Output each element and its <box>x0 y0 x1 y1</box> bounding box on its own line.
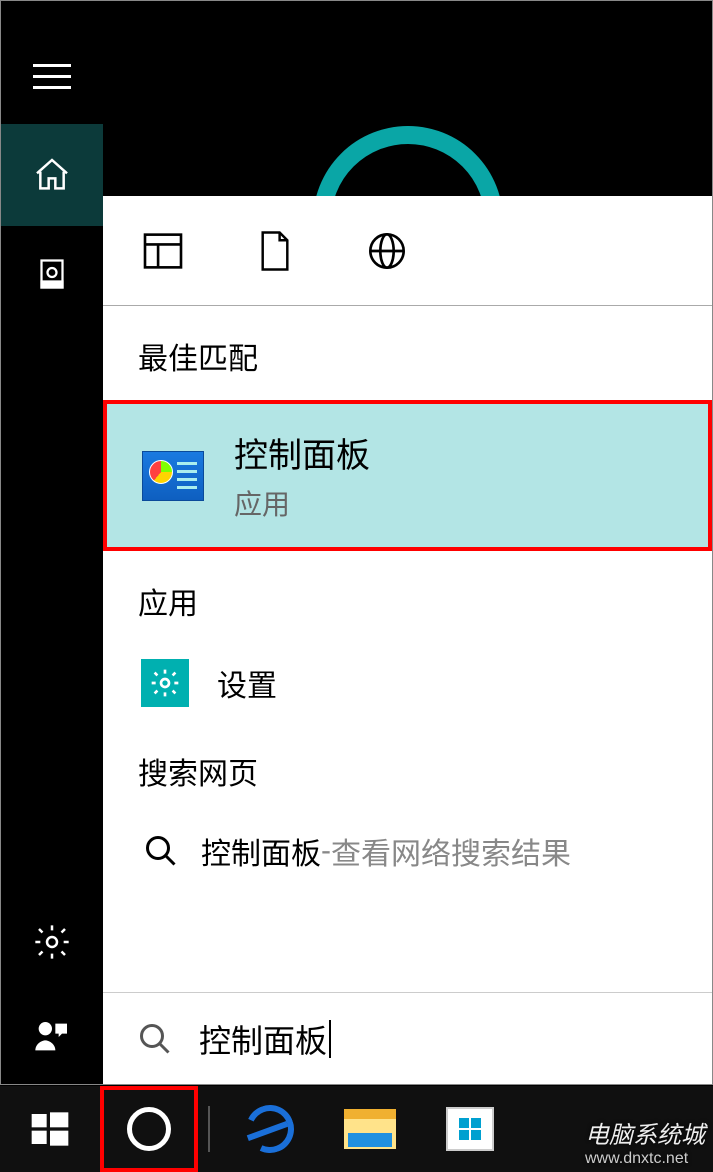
web-search-hint: 查看网络搜索结果 <box>331 829 571 873</box>
search-icon <box>137 1021 173 1057</box>
app-item-settings[interactable]: 设置 <box>103 645 712 721</box>
notebook-button[interactable] <box>1 226 103 321</box>
web-search-item[interactable]: 控制面板 - 查看网络搜索结果 <box>103 815 712 887</box>
edge-icon <box>239 1098 301 1160</box>
store-taskbar-button[interactable] <box>420 1086 520 1172</box>
watermark-url: www.dnxtc.net <box>585 1150 705 1168</box>
watermark-brand: 电脑系统城 <box>585 1122 705 1149</box>
document-icon <box>259 231 291 271</box>
window-icon <box>143 233 183 269</box>
feedback-icon <box>32 1017 72 1057</box>
app-item-label: 设置 <box>217 661 277 705</box>
store-icon <box>446 1107 494 1151</box>
home-button[interactable] <box>1 124 103 226</box>
windows-icon <box>30 1109 70 1149</box>
notebook-icon <box>34 256 70 292</box>
best-match-heading: 最佳匹配 <box>103 306 712 400</box>
cortana-header <box>103 1 712 196</box>
cortana-ring-icon <box>313 126 503 196</box>
text-cursor <box>329 1020 331 1058</box>
globe-icon <box>367 231 407 271</box>
apps-heading: 应用 <box>103 551 712 645</box>
search-panel: 最佳匹配 控制面板 应用 应用 设置 搜索网页 <box>103 1 712 1084</box>
hamburger-icon <box>33 64 71 89</box>
best-match-title: 控制面板 <box>234 428 370 477</box>
filter-row <box>103 196 712 306</box>
web-search-separator: - <box>321 834 331 868</box>
search-icon <box>143 833 179 869</box>
settings-button[interactable] <box>1 894 103 989</box>
home-icon <box>32 155 72 195</box>
cortana-taskbar-button[interactable] <box>100 1086 198 1172</box>
taskbar-separator <box>208 1106 210 1152</box>
best-match-subtitle: 应用 <box>234 483 370 523</box>
file-explorer-icon <box>344 1109 396 1149</box>
cortana-sidebar <box>1 1 103 1084</box>
apps-filter[interactable] <box>143 231 183 271</box>
edge-taskbar-button[interactable] <box>220 1086 320 1172</box>
search-value: 控制面板 <box>199 1016 327 1062</box>
web-search-term: 控制面板 <box>201 829 321 873</box>
web-filter[interactable] <box>367 231 407 271</box>
feedback-button[interactable] <box>1 989 103 1084</box>
control-panel-icon <box>142 451 204 501</box>
web-heading: 搜索网页 <box>103 721 712 815</box>
explorer-taskbar-button[interactable] <box>320 1086 420 1172</box>
watermark: 电脑系统城 www.dnxtc.net <box>585 1115 705 1168</box>
cortana-circle-icon <box>127 1107 171 1151</box>
best-match-item[interactable]: 控制面板 应用 <box>103 400 712 551</box>
search-input[interactable]: 控制面板 <box>103 992 712 1084</box>
documents-filter[interactable] <box>255 231 295 271</box>
settings-app-icon <box>141 659 189 707</box>
gear-icon <box>32 922 72 962</box>
start-button[interactable] <box>0 1086 100 1172</box>
results-area: 最佳匹配 控制面板 应用 应用 设置 搜索网页 <box>103 196 712 1084</box>
menu-button[interactable] <box>1 29 103 124</box>
